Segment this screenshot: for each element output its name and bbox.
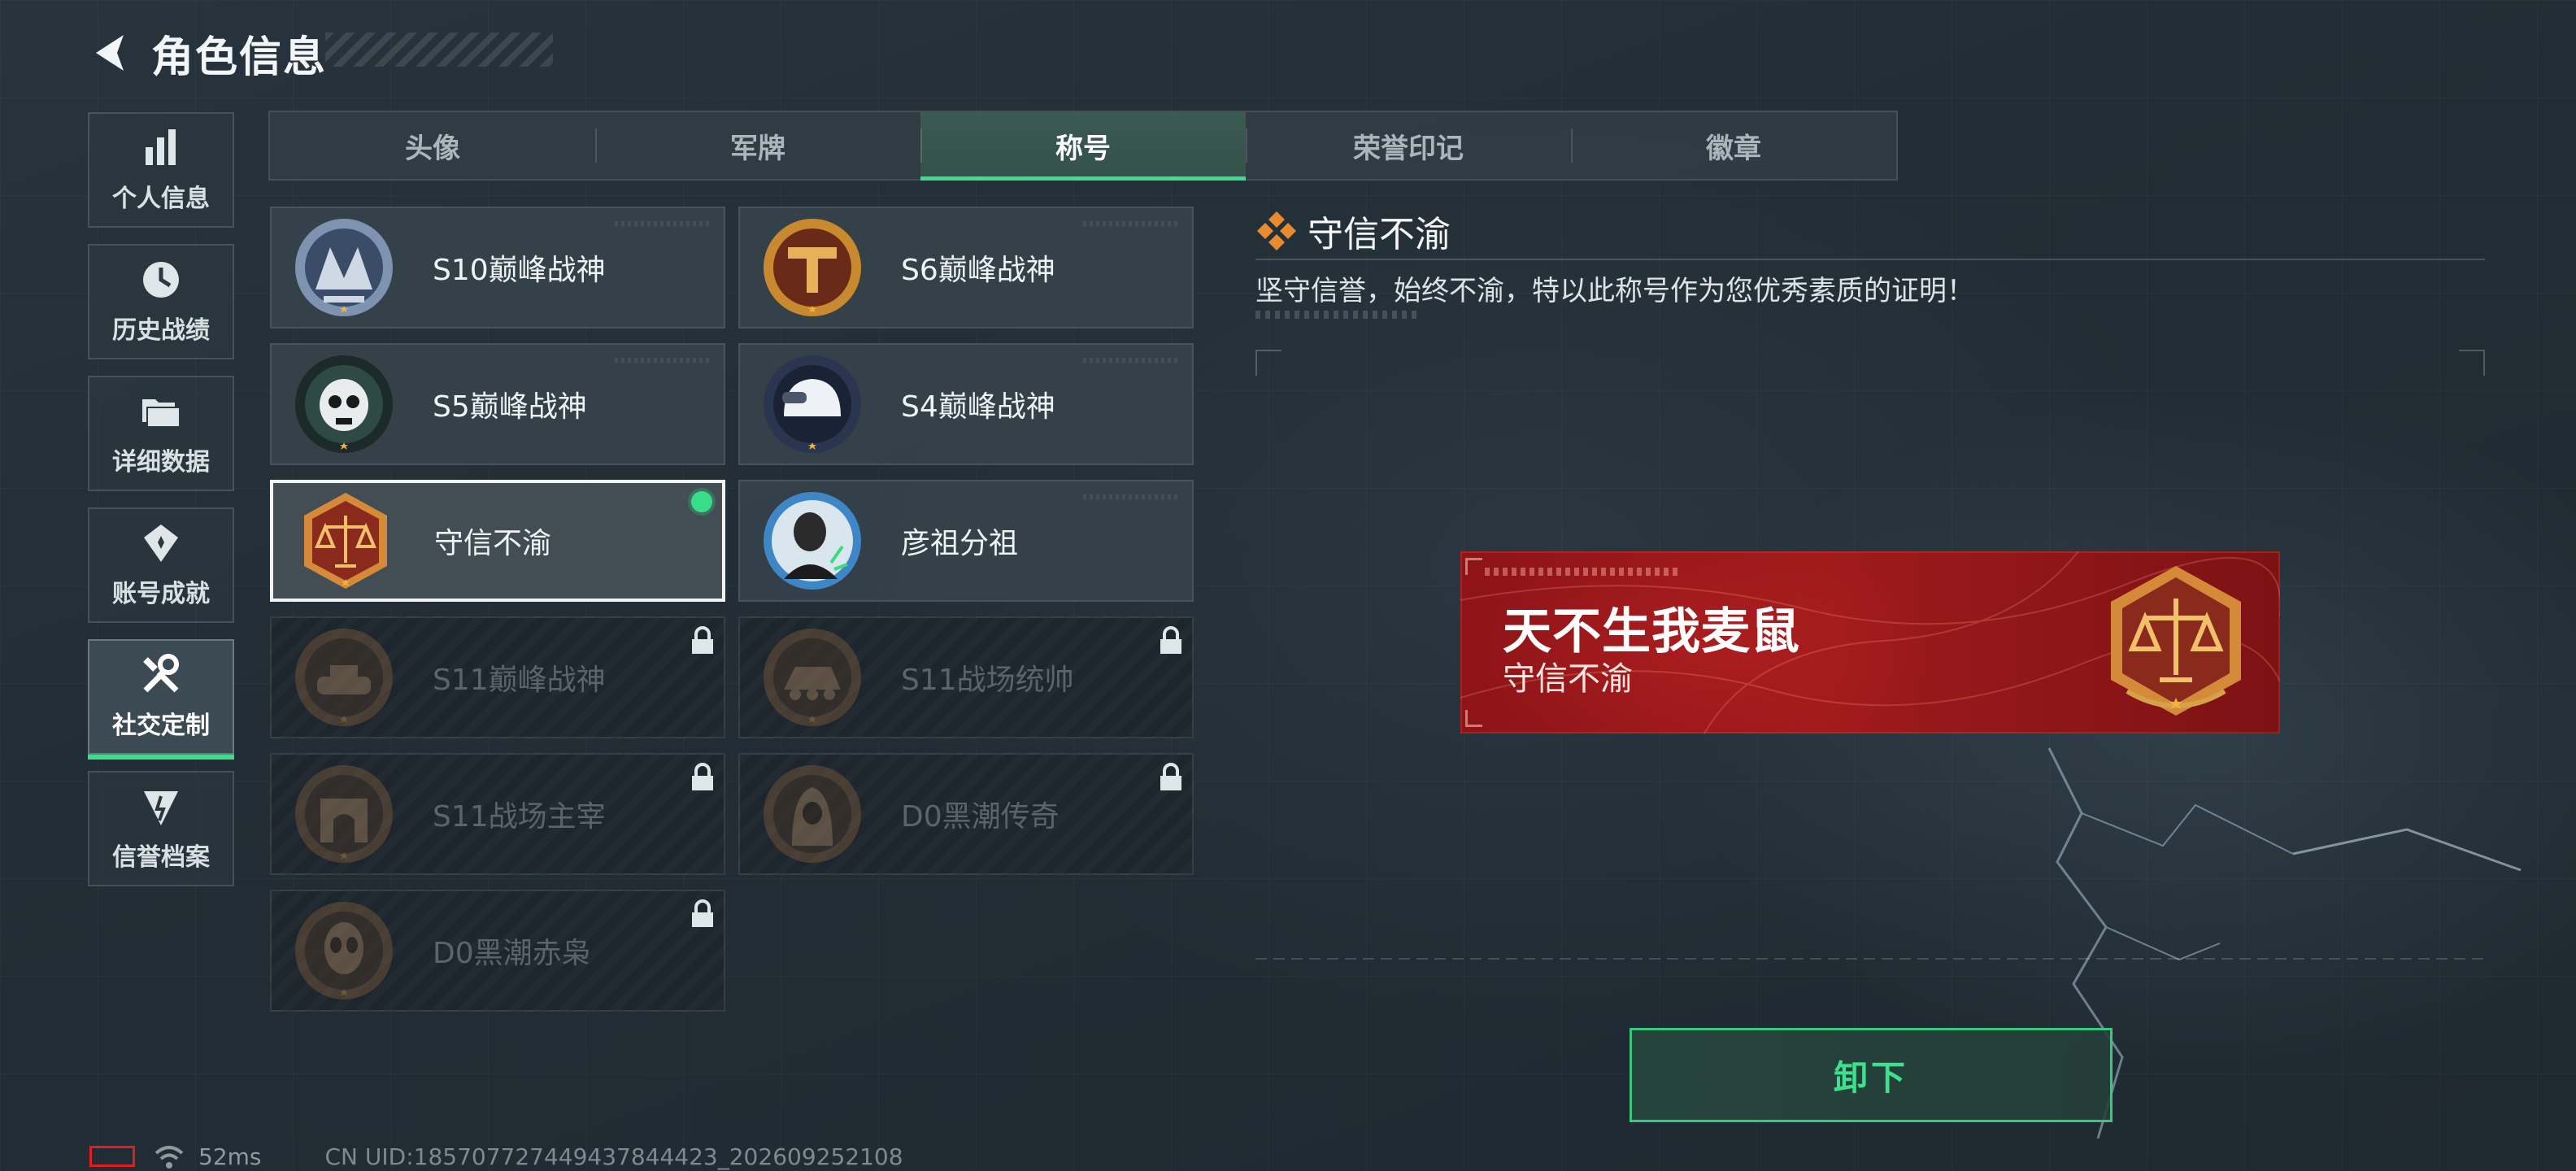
lock-icon [692,763,713,790]
tools-icon [143,654,179,693]
title-card[interactable]: S5巅峰战神 [270,343,725,465]
frame-line [1255,958,2485,960]
divider [1255,259,2485,260]
title-card[interactable]: 彦祖分祖 [738,480,1194,602]
sidebar-item-label: 账号成就 [112,580,210,608]
title-card-locked[interactable]: S11战场主宰 [270,753,725,875]
unequip-button[interactable]: 卸下 [1630,1028,2113,1122]
detail-description: 坚守信誉，始终不渝，特以此称号作为您优秀素质的证明！ [1255,275,1974,307]
title-name: D0黑潮传奇 [901,800,1060,834]
s10-peak-emblem [295,219,393,316]
title-name: S6巅峰战神 [901,254,1055,287]
sidebar-item-achievements[interactable]: 账号成就 [88,507,234,623]
title-card-locked[interactable]: S11战场统帅 [738,616,1194,738]
tab-avatar[interactable]: 头像 [270,112,595,179]
tab-title[interactable]: 称号 [920,112,1246,181]
sidebar-item-detailed-data[interactable]: 详细数据 [88,376,234,491]
tank-emblem [295,629,393,726]
card-decoration [1083,358,1181,363]
sidebar-item-credit-file[interactable]: 信誉档案 [88,771,234,886]
lock-icon [692,626,713,654]
bar-chart-icon [146,129,176,165]
detail-decoration [1255,311,1418,319]
sidebar-item-label: 详细数据 [112,448,210,477]
wifi-icon [154,1146,184,1169]
title-card[interactable]: S6巅峰战神 [738,207,1194,329]
user-uid: CN UID:185707727449437844423_20260925210… [324,1143,903,1170]
title-decoration [325,33,553,67]
title-card[interactable]: S4巅峰战神 [738,343,1194,465]
portrait-emblem [764,492,861,590]
clock-icon [143,262,179,298]
title-name: S11战场主宰 [433,800,606,834]
alien-emblem [295,902,393,999]
card-decoration [1083,494,1181,499]
title-name: 彦祖分祖 [901,527,1019,560]
lock-icon [1160,763,1181,790]
ping-value: 52ms [198,1143,262,1170]
title-card-locked[interactable]: D0黑潮传奇 [738,753,1194,875]
apc-emblem [764,629,861,726]
title-name: S10巅峰战神 [433,254,606,287]
title-card-locked[interactable]: S11巅峰战神 [270,616,725,738]
banner-title: 守信不渝 [1503,660,1633,698]
diamond-icon [1257,211,1296,250]
title-banner-preview: 天不生我麦鼠 守信不渝 [1460,551,2280,734]
sidebar-item-social-custom[interactable]: 社交定制 [88,639,234,760]
equipped-indicator [691,491,712,512]
title-name: S5巅峰战神 [433,390,587,424]
side-navigation: 个人信息 历史战绩 详细数据 账号成就 社交定制 信誉档案 [88,112,237,903]
card-decoration [1083,221,1181,226]
scales-emblem [304,493,387,589]
page-title: 角色信息 [151,33,328,82]
lock-icon [1160,626,1181,654]
folder-icon [142,399,181,428]
sidebar-item-label: 个人信息 [112,185,210,213]
hooded-emblem [764,765,861,863]
tab-dog-tag[interactable]: 军牌 [595,112,920,179]
title-name: D0黑潮赤枭 [433,937,591,970]
s5-skull-emblem [295,355,393,453]
sidebar-item-label: 社交定制 [112,712,210,740]
status-bar: 52ms CN UID:185707727449437844423_202609… [89,1142,903,1171]
lock-icon [692,899,713,927]
sidebar-item-label: 信誉档案 [112,843,210,872]
credit-icon [144,791,178,825]
banner-corner [1465,710,1482,727]
s4-helmet-emblem [764,355,861,453]
back-arrow-icon[interactable] [88,30,133,76]
banner-corner [1465,558,1482,575]
title-name: 守信不渝 [434,527,552,560]
title-name: S11战场统帅 [901,664,1074,697]
card-decoration [615,221,712,226]
sidebar-item-personal-info[interactable]: 个人信息 [88,112,234,228]
sidebar-item-history[interactable]: 历史战绩 [88,244,234,359]
title-name: S11巅峰战神 [433,664,606,697]
category-tabs: 头像 军牌 称号 荣誉印记 徽章 [268,111,1898,181]
title-name: S4巅峰战神 [901,390,1055,424]
detail-title: 守信不渝 [1308,214,1451,255]
tab-badge[interactable]: 徽章 [1571,112,1896,179]
page-header: 角色信息 [88,24,328,82]
arch-emblem [295,765,393,863]
s6-peak-emblem [764,219,861,316]
frame-corner [2459,350,2485,376]
frame-corner [1255,350,1281,376]
title-card-selected[interactable]: 守信不渝 [270,480,725,602]
sidebar-item-label: 历史战绩 [112,316,210,345]
banner-decoration [1485,568,1680,576]
title-card-locked[interactable]: D0黑潮赤枭 [270,890,725,1012]
tab-honor-mark[interactable]: 荣誉印记 [1246,112,1571,179]
card-decoration [615,358,712,363]
title-card[interactable]: S10巅峰战神 [270,207,725,329]
achievement-icon [144,525,178,562]
scales-emblem [2111,566,2241,716]
battery-icon [89,1146,135,1167]
